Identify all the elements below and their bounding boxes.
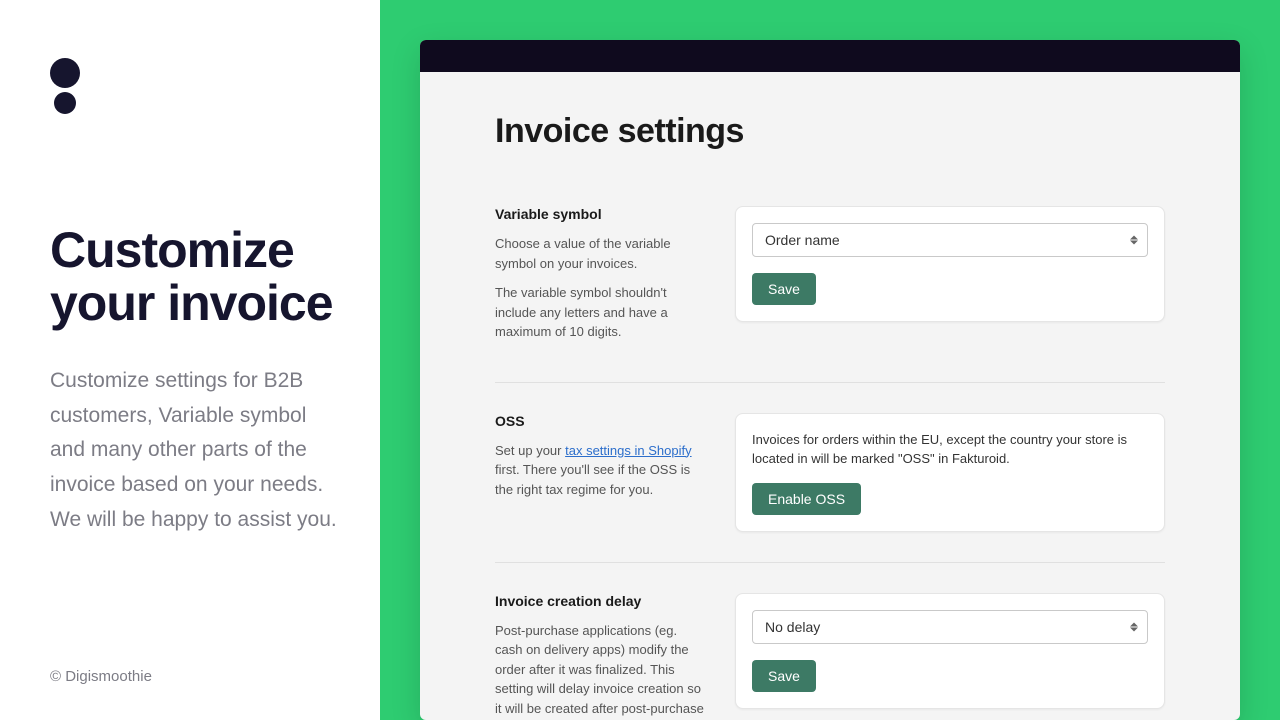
- delay-title: Invoice creation delay: [495, 593, 705, 609]
- enable-oss-button[interactable]: Enable OSS: [752, 483, 861, 515]
- oss-desc: Set up your tax settings in Shopify firs…: [495, 441, 705, 500]
- variable-symbol-card: Order name Save: [735, 206, 1165, 322]
- description: Customize settings for B2B customers, Va…: [50, 364, 340, 537]
- delay-select[interactable]: No delay: [752, 610, 1148, 644]
- logo-dot-small: [54, 92, 76, 114]
- delay-desc: Post-purchase applications (eg. cash on …: [495, 621, 705, 720]
- app-header-bar: [420, 40, 1240, 72]
- delay-card: No delay Save: [735, 593, 1165, 709]
- headline: Customize your invoice: [50, 224, 340, 329]
- save-button-delay[interactable]: Save: [752, 660, 816, 692]
- oss-title: OSS: [495, 413, 705, 429]
- variable-symbol-desc2: The variable symbol shouldn't include an…: [495, 283, 705, 342]
- variable-symbol-desc1: Choose a value of the variable symbol on…: [495, 234, 705, 273]
- copyright: © Digismoothie: [50, 668, 152, 685]
- setting-row-oss: OSS Set up your tax settings in Shopify …: [495, 413, 1165, 563]
- variable-symbol-select[interactable]: Order name: [752, 223, 1148, 257]
- page-title: Invoice settings: [495, 112, 1165, 151]
- logo: [50, 58, 340, 114]
- logo-dot-large: [50, 58, 80, 88]
- tax-settings-link[interactable]: tax settings in Shopify: [565, 443, 691, 458]
- oss-desc-pre: Set up your: [495, 443, 565, 458]
- delay-select-wrap[interactable]: No delay: [752, 610, 1148, 644]
- variable-symbol-select-wrap[interactable]: Order name: [752, 223, 1148, 257]
- right-panel: Invoice settings Variable symbol Choose …: [380, 0, 1280, 720]
- app-content: Invoice settings Variable symbol Choose …: [420, 72, 1240, 720]
- save-button-variable-symbol[interactable]: Save: [752, 273, 816, 305]
- setting-row-delay: Invoice creation delay Post-purchase app…: [495, 593, 1165, 720]
- app-window: Invoice settings Variable symbol Choose …: [420, 40, 1240, 720]
- oss-info: Invoices for orders within the EU, excep…: [752, 430, 1148, 469]
- setting-row-variable-symbol: Variable symbol Choose a value of the va…: [495, 206, 1165, 383]
- oss-desc-post: first. There you'll see if the OSS is th…: [495, 462, 690, 497]
- oss-card: Invoices for orders within the EU, excep…: [735, 413, 1165, 532]
- marketing-panel: Customize your invoice Customize setting…: [0, 0, 380, 720]
- variable-symbol-title: Variable symbol: [495, 206, 705, 222]
